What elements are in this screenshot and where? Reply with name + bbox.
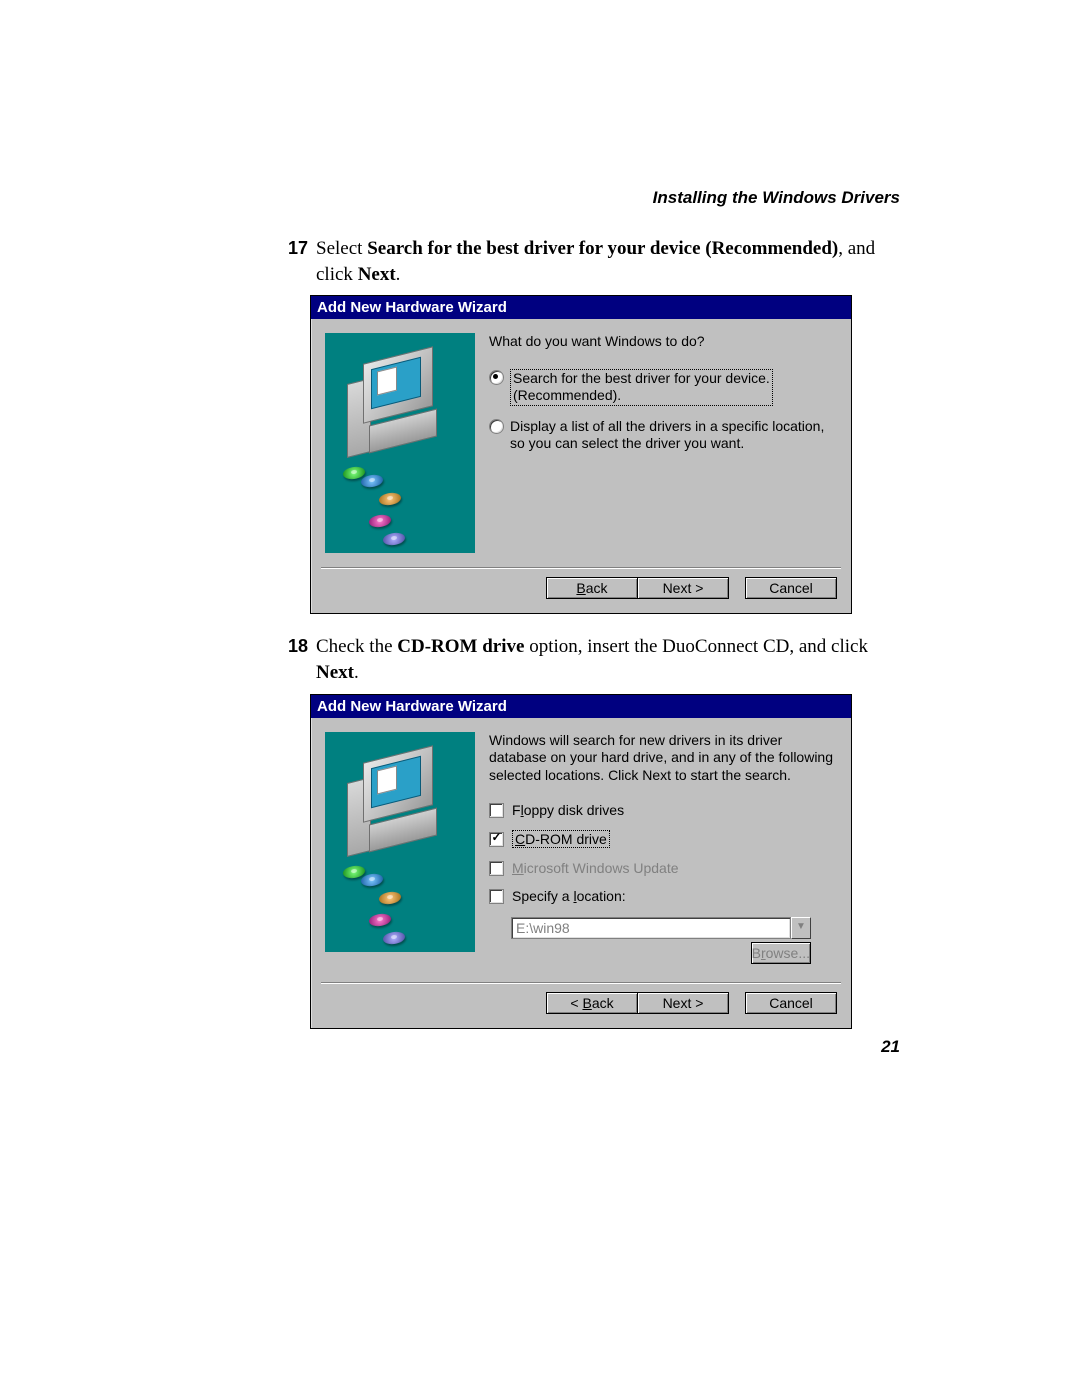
- divider: [321, 567, 841, 569]
- checkbox-specify-location[interactable]: Specify a location:: [489, 888, 835, 905]
- checkbox-windows-update: Microsoft Windows Update: [489, 860, 835, 877]
- checkbox-label: CD-ROM drive: [512, 831, 610, 848]
- step-number: 17: [280, 236, 316, 287]
- checkbox-floppy[interactable]: Floppy disk drives: [489, 802, 835, 819]
- step-number: 18: [280, 634, 316, 685]
- wizard-prompt: Windows will search for new drivers in i…: [489, 732, 835, 785]
- radio-icon: [489, 370, 504, 385]
- checkbox-label: Microsoft Windows Update: [512, 860, 679, 877]
- wizard-title: Add New Hardware Wizard: [311, 695, 851, 718]
- wizard-prompt: What do you want Windows to do?: [489, 333, 835, 351]
- radio-option-list[interactable]: Display a list of all the drivers in a s…: [489, 418, 835, 453]
- checkbox-label: Specify a location:: [512, 888, 626, 905]
- browse-button: Browse...: [751, 942, 811, 964]
- cancel-button[interactable]: Cancel: [745, 577, 837, 599]
- page-number: 21: [881, 1037, 900, 1057]
- checkbox-icon: [489, 861, 504, 876]
- checkbox-icon: [489, 832, 504, 847]
- checkbox-icon: [489, 889, 504, 904]
- step-18: 18 Check the CD-ROM drive option, insert…: [280, 634, 900, 685]
- back-button[interactable]: < Back: [546, 992, 638, 1014]
- wizard-graphic: [325, 732, 475, 952]
- wizard-graphic: [325, 333, 475, 553]
- radio-option-recommended[interactable]: Search for the best driver for your devi…: [489, 369, 835, 406]
- step-text: Check the CD-ROM drive option, insert th…: [316, 634, 900, 685]
- step-17: 17 Select Search for the best driver for…: [280, 236, 900, 287]
- checkbox-cdrom[interactable]: CD-ROM drive: [489, 831, 835, 848]
- location-combo: E:\win98 ▼: [511, 917, 811, 939]
- wizard-title: Add New Hardware Wizard: [311, 296, 851, 319]
- wizard-dialog-1: Add New Hardware Wizard What do you want…: [310, 295, 852, 614]
- location-input[interactable]: E:\win98: [511, 917, 791, 939]
- divider: [321, 982, 841, 984]
- checkbox-label: Floppy disk drives: [512, 802, 624, 819]
- wizard-dialog-2: Add New Hardware Wizard Windows will sea…: [310, 694, 852, 1029]
- step-text: Select Search for the best driver for yo…: [316, 236, 900, 287]
- next-button[interactable]: Next >: [637, 992, 729, 1014]
- next-button[interactable]: Next >: [637, 577, 729, 599]
- radio-label-focused: Search for the best driver for your devi…: [510, 369, 773, 406]
- radio-label: Display a list of all the drivers in a s…: [510, 418, 835, 453]
- chevron-down-icon[interactable]: ▼: [791, 917, 811, 939]
- cancel-button[interactable]: Cancel: [745, 992, 837, 1014]
- page-header: Installing the Windows Drivers: [280, 188, 900, 208]
- back-button[interactable]: Back: [546, 577, 638, 599]
- radio-icon: [489, 419, 504, 434]
- checkbox-icon: [489, 803, 504, 818]
